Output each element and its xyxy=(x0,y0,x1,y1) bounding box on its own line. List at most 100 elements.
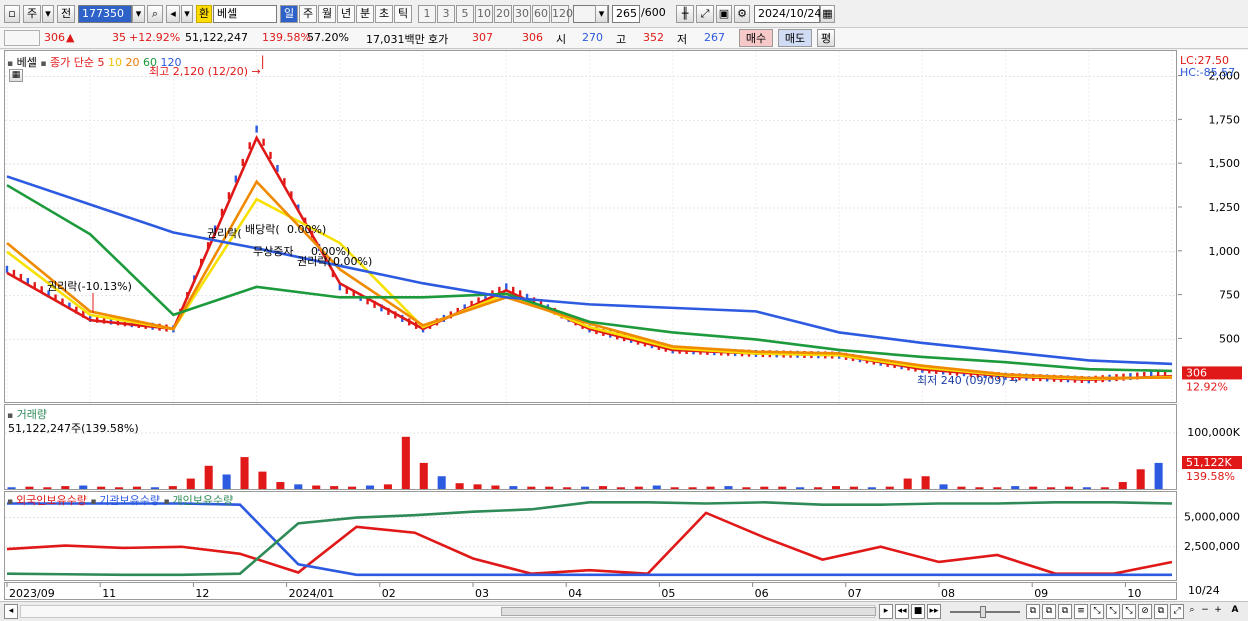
holdings-pane[interactable]: ▪ 외국인보유수량 ▪ 기관보유수량 ▪ 개인보유수량 xyxy=(4,491,1178,581)
period-tab-1[interactable]: 주 xyxy=(299,5,317,23)
tool-icon-2[interactable]: ⤡ xyxy=(1106,604,1120,619)
grid-table-icon[interactable]: ▦ xyxy=(9,69,23,82)
compare-icon[interactable]: ≡ xyxy=(1074,604,1088,619)
zoom-slider-thumb[interactable] xyxy=(980,606,986,618)
scrollbar-track[interactable] xyxy=(20,605,876,618)
volume-bar xyxy=(563,487,572,489)
interval-button-3[interactable]: 3 xyxy=(437,5,455,23)
rewind-icon[interactable]: ◂◂ xyxy=(895,604,909,619)
ma-legend-10[interactable]: 10 xyxy=(108,56,126,69)
interval-button-20[interactable]: 20 xyxy=(494,5,512,23)
buy-button[interactable]: 매수 xyxy=(739,29,773,47)
date-input[interactable]: 2024/10/24 xyxy=(754,5,822,23)
volume-bar xyxy=(1100,487,1109,489)
ask-price: 307 xyxy=(472,31,493,44)
period-tab-6[interactable]: 틱 xyxy=(394,5,412,23)
interval-button-5[interactable]: 5 xyxy=(456,5,474,23)
font-size-icon[interactable]: A xyxy=(1228,604,1242,619)
sound-dropdown-icon[interactable]: ▾ xyxy=(181,5,193,23)
volume-chart[interactable] xyxy=(5,405,1178,491)
period-tab-5[interactable]: 초 xyxy=(375,5,393,23)
ma-legend-5[interactable]: 5 xyxy=(97,56,108,69)
scroll-left-icon[interactable]: ◂ xyxy=(4,604,18,619)
scrollbar-thumb[interactable] xyxy=(501,607,876,616)
period-tab-4[interactable]: 분 xyxy=(356,5,374,23)
price-pane[interactable]: 최고 2,120 (12/20) → 최저 240 (09/09) → 권리락(-1… xyxy=(4,50,1178,404)
volume-pane[interactable]: ▪ 거래량 51,122,247주(139.58%) xyxy=(4,404,1178,491)
holdings-legend-0[interactable]: 외국인보유수량 xyxy=(16,494,90,507)
tool-icon-6[interactable]: ⤢ xyxy=(1170,604,1184,619)
forward-icon[interactable]: ▸▸ xyxy=(927,604,941,619)
volume-bar xyxy=(1154,462,1163,489)
search-icon[interactable]: ⌕ xyxy=(147,5,163,23)
interval-button-60[interactable]: 60 xyxy=(532,5,550,23)
period-tab-0[interactable]: 일 xyxy=(280,5,298,23)
candle-icon[interactable]: ╫ xyxy=(676,5,694,23)
count-input[interactable]: 265 xyxy=(612,5,640,23)
date-label: 10 xyxy=(1127,587,1141,600)
layout-icon[interactable]: ▫ xyxy=(4,5,20,23)
tool-icon-5[interactable]: ⧉ xyxy=(1154,604,1168,619)
save-icon[interactable]: ▣ xyxy=(716,5,732,23)
interval-button-10[interactable]: 10 xyxy=(475,5,493,23)
volume-bar xyxy=(348,486,357,489)
sell-button[interactable]: 매도 xyxy=(778,29,812,47)
interval-button-1[interactable]: 1 xyxy=(418,5,436,23)
volume-bar xyxy=(150,487,159,489)
interval-button-120[interactable]: 120 xyxy=(551,5,573,23)
code-dropdown-icon[interactable]: ▾ xyxy=(132,5,145,23)
ma-legend-120[interactable]: 120 xyxy=(160,56,181,69)
zoom-search-icon[interactable]: ⌕ xyxy=(1186,604,1198,619)
market-select[interactable]: 주 xyxy=(23,5,41,23)
volume-bar xyxy=(634,486,643,489)
interval-button-30[interactable]: 30 xyxy=(513,5,531,23)
date-value: 2024/10/24 xyxy=(758,7,822,20)
date-label: 03 xyxy=(475,587,489,600)
tool-icon-1[interactable]: ⤡ xyxy=(1090,604,1104,619)
tool-icon-3[interactable]: ⤡ xyxy=(1122,604,1136,619)
volume-bar xyxy=(993,487,1002,489)
period-tab-3[interactable]: 년 xyxy=(337,5,355,23)
price-up-arrow: ▲ xyxy=(66,31,75,44)
date-axis-last: 10/24 xyxy=(1188,584,1220,597)
price-chart[interactable]: 최고 2,120 (12/20) →최저 240 (09/09) →권리락(-1… xyxy=(5,51,1178,404)
price-tick-label: 500 xyxy=(1219,332,1240,345)
rights-annotation-1: 권리락(-10.13%) xyxy=(47,280,132,293)
quote-bar: 306 ▲ 35 +12.92% 51,122,247 139.58% 57.2… xyxy=(0,28,1248,49)
ma-legend-60[interactable]: 60 xyxy=(143,56,161,69)
view-icon-2[interactable]: ⧉ xyxy=(1042,604,1056,619)
holdings-axis: 5,000,000 2,500,000 xyxy=(1178,491,1244,581)
zoom-in-icon[interactable]: + xyxy=(1212,604,1224,619)
eval-button[interactable]: 평 xyxy=(817,29,835,47)
draw-tool-icon[interactable]: ⤢ xyxy=(696,5,714,23)
candle xyxy=(269,151,272,159)
holdings-legend-2[interactable]: 개인보유수량 xyxy=(172,494,233,507)
volume-value-label: 51,122,247주(139.58%) xyxy=(8,422,139,435)
hc-label: HC:-85.57 xyxy=(1180,66,1235,79)
high-label: 고 xyxy=(616,33,627,46)
date-label: 08 xyxy=(941,587,955,600)
date-label: 2023/09 xyxy=(9,587,55,600)
stock-name-field[interactable]: 베셀 xyxy=(213,5,277,23)
gear-icon[interactable]: ⚙ xyxy=(734,5,750,23)
interval-dropdown-icon[interactable]: ▾ xyxy=(595,5,608,23)
holdings-legend-1[interactable]: 기관보유수량 xyxy=(99,494,163,507)
calendar-icon[interactable]: ▦ xyxy=(820,5,835,23)
sound-icon[interactable]: ◂ xyxy=(166,5,180,23)
legend-stock: 베셀 xyxy=(16,56,37,69)
zoom-out-icon[interactable]: − xyxy=(1199,604,1211,619)
stop-icon[interactable]: ■ xyxy=(911,604,925,619)
tool-icon-4[interactable]: ⊘ xyxy=(1138,604,1152,619)
scroll-right-icon[interactable]: ▸ xyxy=(879,604,893,619)
market-dropdown-icon[interactable]: ▾ xyxy=(42,5,54,23)
view-icon-3[interactable]: ⧉ xyxy=(1058,604,1072,619)
volume-bar xyxy=(670,487,679,489)
price-legend: ▪ 베셀 ▪ 종가 단순 5 10 20 60 120 xyxy=(7,54,181,70)
price-tick-label: 1,000 xyxy=(1209,245,1241,258)
ma-legend-20[interactable]: 20 xyxy=(125,56,143,69)
prev-button[interactable]: 전 xyxy=(57,5,75,23)
period-tab-2[interactable]: 월 xyxy=(318,5,336,23)
stock-code-input[interactable]: 177350 xyxy=(78,5,132,23)
zoom-slider[interactable] xyxy=(950,606,1020,618)
view-icon-1[interactable]: ⧉ xyxy=(1026,604,1040,619)
